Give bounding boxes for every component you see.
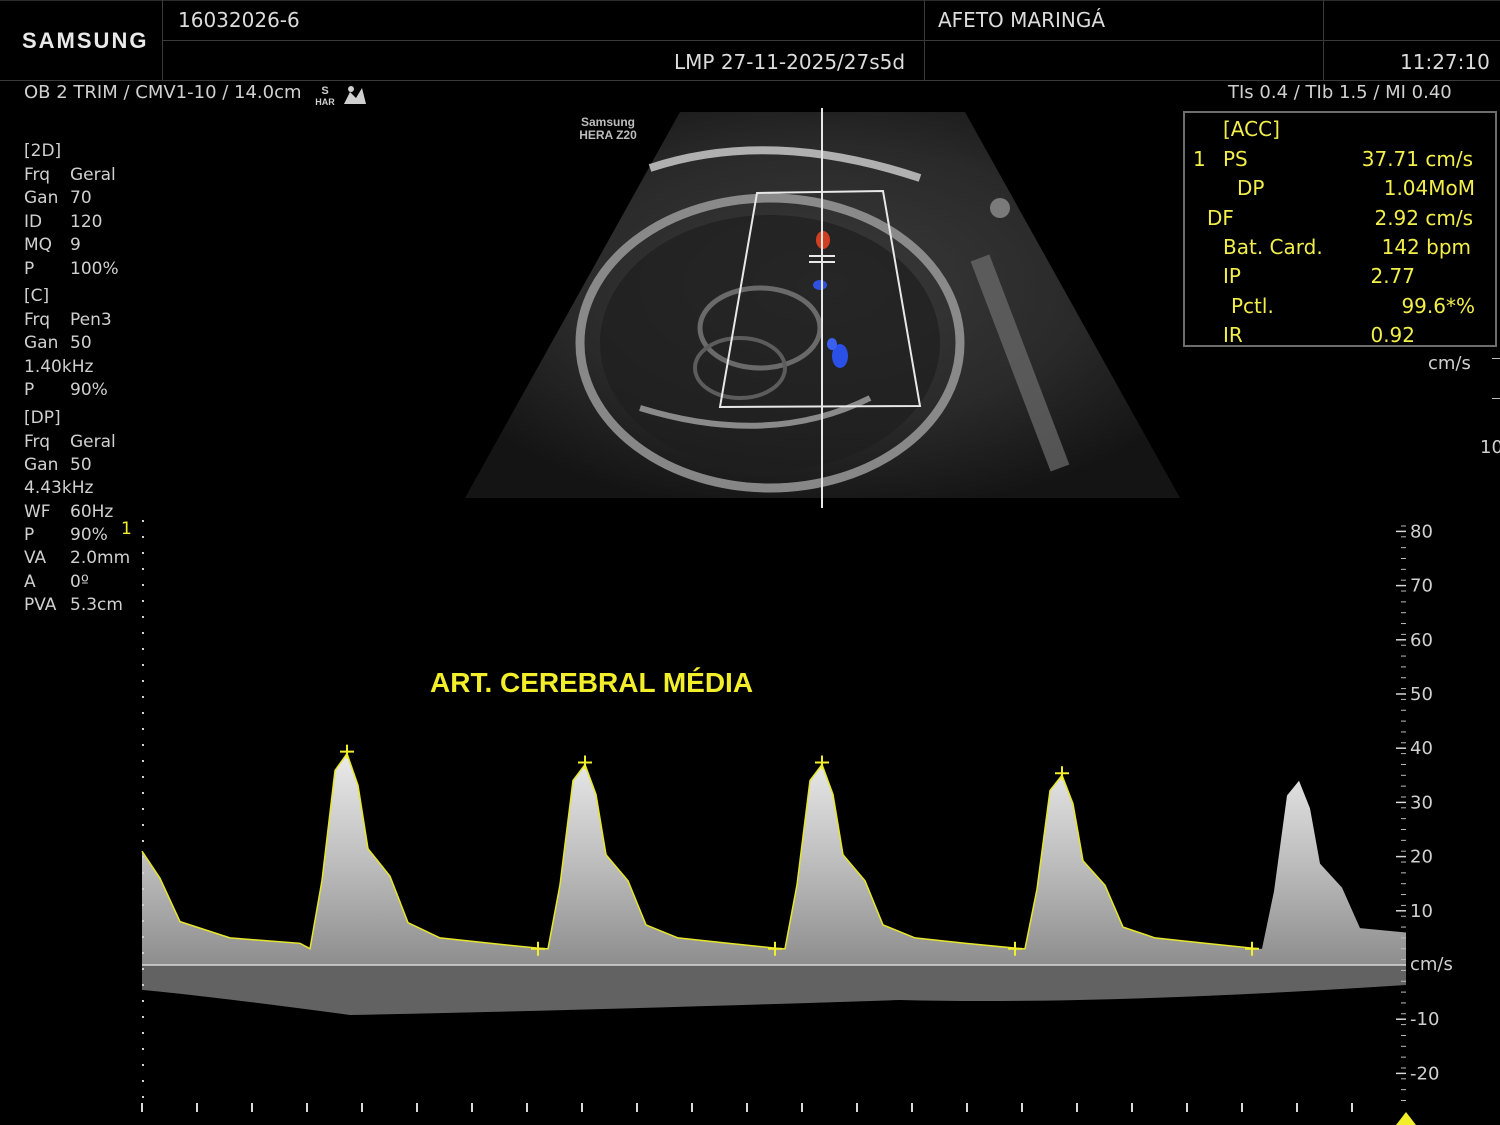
axis-dot — [142, 984, 144, 986]
axis-dot — [142, 760, 144, 762]
axis-dot — [142, 632, 144, 634]
axis-dot — [142, 728, 144, 730]
axis-dot — [142, 1096, 144, 1098]
velocity-tick-label: 60 — [1410, 630, 1433, 651]
axis-dot — [142, 552, 144, 554]
axis-dot — [142, 1080, 144, 1082]
peak-systolic-marker — [815, 755, 829, 770]
axis-dot — [142, 616, 144, 618]
axis-dot — [142, 968, 144, 970]
velocity-tick-label: 40 — [1410, 738, 1433, 759]
axis-dot — [142, 648, 144, 650]
axis-dot — [142, 568, 144, 570]
spectral-envelope — [142, 753, 1406, 965]
velocity-tick-label: -20 — [1410, 1063, 1439, 1084]
sweep-position-marker — [1396, 1112, 1416, 1125]
axis-dot — [142, 712, 144, 714]
spectrum-unit-label: cm/s — [1410, 954, 1453, 975]
axis-dot — [142, 1064, 144, 1066]
axis-dot — [142, 584, 144, 586]
axis-dot — [142, 520, 144, 522]
axis-dot — [142, 696, 144, 698]
spectral-mirror — [142, 965, 1406, 1015]
axis-dot — [142, 952, 144, 954]
axis-dot — [142, 1000, 144, 1002]
velocity-tick-label: 70 — [1410, 576, 1433, 597]
peak-systolic-marker — [340, 744, 354, 759]
peak-systolic-marker — [1055, 766, 1069, 781]
axis-dot — [142, 840, 144, 842]
axis-dot — [142, 1016, 144, 1018]
axis-dot — [142, 904, 144, 906]
axis-dot — [142, 536, 144, 538]
axis-dot — [142, 600, 144, 602]
velocity-tick-label: 20 — [1410, 847, 1433, 868]
axis-dot — [142, 664, 144, 666]
axis-dot — [142, 824, 144, 826]
axis-dot — [142, 776, 144, 778]
axis-dot — [142, 920, 144, 922]
axis-dot — [142, 872, 144, 874]
axis-dot — [142, 744, 144, 746]
axis-dot — [142, 1048, 144, 1050]
velocity-tick-label: 50 — [1410, 684, 1433, 705]
axis-dot — [142, 856, 144, 858]
velocity-tick-label: 30 — [1410, 792, 1433, 813]
axis-dot — [142, 936, 144, 938]
velocity-tick-label: -10 — [1410, 1009, 1439, 1030]
axis-dot — [142, 1032, 144, 1034]
axis-dot — [142, 808, 144, 810]
axis-dot — [142, 680, 144, 682]
velocity-tick-label: 10 — [1410, 901, 1433, 922]
doppler-spectrum: 80 70 60 50 40 30 20 10 -10 -20 cm/s — [141, 520, 1453, 1125]
velocity-tick-label: 80 — [1410, 521, 1433, 542]
axis-dot — [142, 792, 144, 794]
peak-systolic-marker — [578, 755, 592, 770]
axis-dot — [142, 888, 144, 890]
